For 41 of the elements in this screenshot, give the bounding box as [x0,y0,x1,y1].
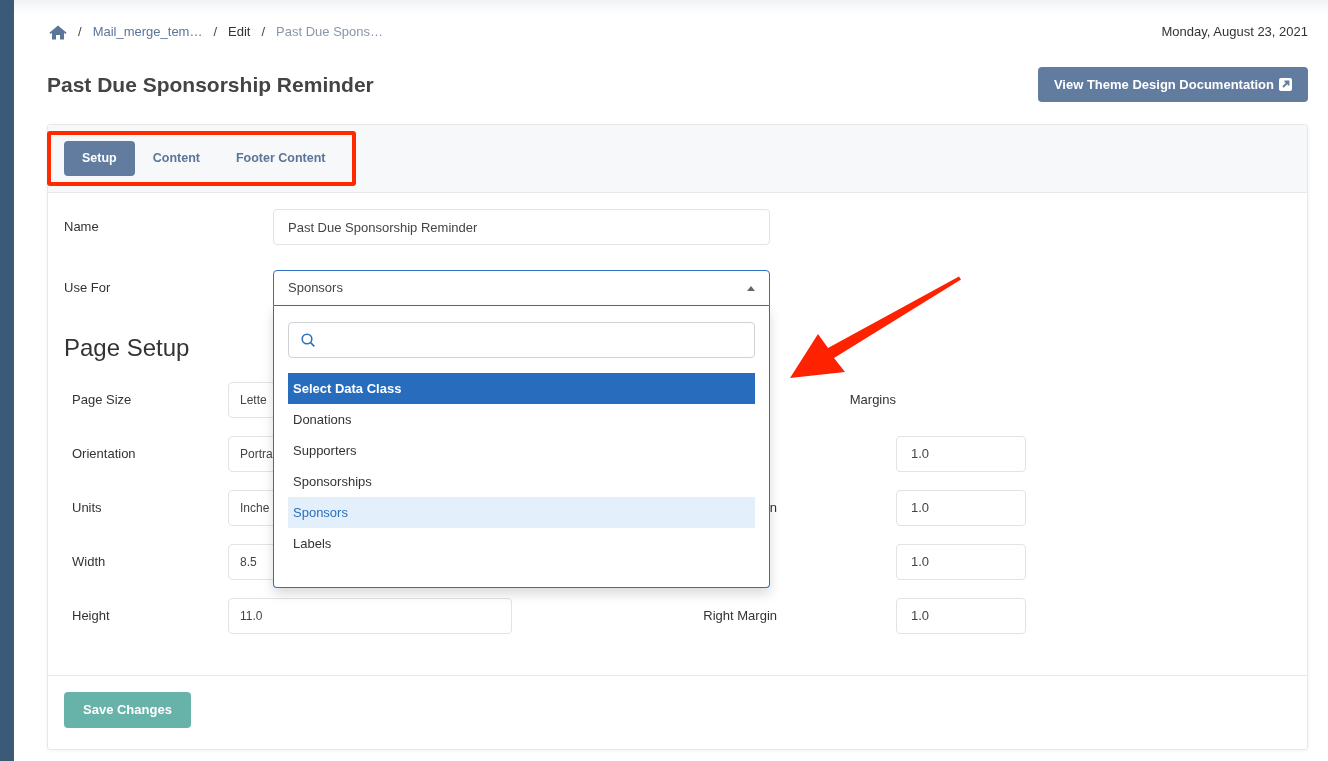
field-label: Orientation [72,445,137,464]
breadcrumb-link[interactable]: Mail_merge_tem… [92,22,203,42]
field-label: Height [72,607,111,626]
home-icon[interactable] [49,24,67,40]
field-label: Width [72,553,107,572]
search-icon [301,333,315,347]
breadcrumb-text: Edit [228,23,251,42]
field-label: n [769,500,777,516]
page-title: Past Due Sponsorship Reminder [47,71,374,98]
dropdown-option[interactable]: Sponsorships [288,466,755,497]
breadcrumb-current: Past Due Spons… [276,23,384,42]
search-field[interactable] [288,322,755,358]
external-link-icon [1279,78,1292,91]
name-input[interactable]: Past Due Sponsorship Reminder [273,209,770,245]
tab[interactable]: Content [134,141,218,176]
date-text: Monday, August 23, 2021 [1161,23,1308,42]
breadcrumb-separator: / [261,23,266,42]
tab[interactable]: Setup [64,141,135,176]
text-input[interactable]: 11.0 [228,597,512,634]
dropdown-option[interactable]: Donations [288,404,755,435]
margin-input[interactable]: 1.0 [896,543,1026,580]
documentation-button[interactable]: View Theme Design Documentation [1037,67,1308,102]
column-heading: Margins [849,391,896,410]
field-label: Page Size [72,391,133,410]
field-label: Name [64,218,100,237]
breadcrumb-separator: / [213,23,218,42]
margin-input[interactable]: 1.0 [896,489,1026,526]
dropdown-option[interactable]: Sponsors [288,497,755,528]
caret-icon [747,285,755,291]
field-label: Use For [64,279,112,298]
breadcrumb-separator: / [78,23,82,42]
section-heading: Page Setup [64,334,190,363]
field-label: Units [72,499,103,518]
field-label: Right Margin [703,608,777,624]
dropdown-option[interactable]: Labels [288,528,755,559]
dropdown-option[interactable]: Supporters [288,435,755,466]
margin-input[interactable]: 1.0 [896,597,1026,634]
tab[interactable]: Footer Content [217,141,344,176]
use-for-select[interactable]: Sponsors [273,270,770,306]
dropdown-option[interactable]: Select Data Class [288,373,755,404]
margin-input[interactable]: 1.0 [896,435,1026,472]
